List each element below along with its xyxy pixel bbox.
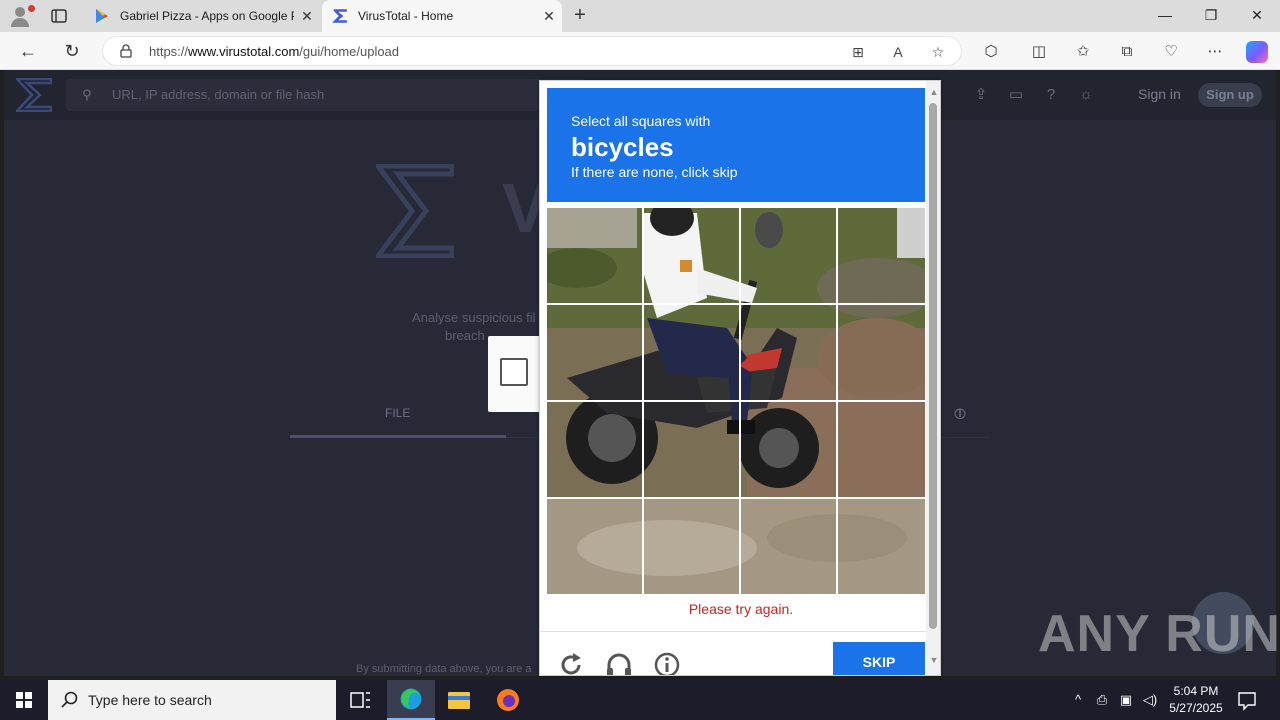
page-description-2: breach	[445, 328, 485, 343]
split-screen-icon[interactable]: ◫	[1028, 41, 1050, 63]
app-available-icon[interactable]: ⊞	[848, 42, 868, 62]
close-icon[interactable]: ✕	[294, 8, 320, 25]
taskbar-search-placeholder: Type here to search	[88, 692, 212, 708]
taskbar-search-input[interactable]: Type here to search	[48, 680, 336, 720]
firefox-icon[interactable]	[484, 680, 532, 720]
captcha-hint: If there are none, click skip	[571, 164, 738, 180]
sign-up-button[interactable]: Sign up	[1198, 83, 1262, 107]
edge-browser-icon[interactable]	[387, 680, 435, 720]
reload-icon[interactable]	[557, 651, 585, 676]
browser-tab-bar: Gabriel Pizza - Apps on Google P ✕ Virus…	[0, 0, 1280, 32]
terms-text: By submitting data above, you are a	[356, 663, 532, 675]
notifications-icon[interactable]: ▭	[1005, 84, 1027, 106]
tab-google-play[interactable]: Gabriel Pizza - Apps on Google P ✕	[84, 0, 320, 32]
skip-button[interactable]: SKIP	[833, 642, 925, 675]
grid-line	[547, 303, 925, 305]
extensions-icon[interactable]: ⬡	[980, 41, 1002, 63]
more-menu-icon[interactable]: ⋯	[1204, 41, 1226, 63]
virustotal-logo-icon[interactable]	[16, 78, 52, 112]
captcha-header: Select all squares with bicycles If ther…	[547, 88, 925, 202]
vt-search-input[interactable]: ⚲ URL, IP address, domain or file hash	[66, 79, 586, 111]
back-button[interactable]: ←	[14, 38, 42, 64]
favorites-icon[interactable]: ✩	[1072, 41, 1094, 63]
search-icon	[61, 691, 78, 708]
google-play-icon	[96, 9, 108, 23]
captcha-challenge: Select all squares with bicycles If ther…	[539, 80, 941, 676]
volume-icon[interactable]: ◁)	[1140, 690, 1160, 710]
upload-icon[interactable]: ⇪	[970, 84, 992, 106]
collections-icon[interactable]: ⧉	[1116, 41, 1138, 63]
restore-button[interactable]: ❐	[1188, 0, 1234, 32]
watermark: ANY RUN	[1038, 605, 1280, 663]
clock-date: 5/27/2025	[1169, 701, 1223, 715]
grid-line	[547, 400, 925, 402]
tab-virustotal[interactable]: VirusTotal - Home ✕	[322, 0, 562, 32]
scroll-thumb[interactable]	[929, 103, 937, 629]
theme-toggle-icon[interactable]: ☼	[1075, 84, 1097, 106]
sign-in-link[interactable]: Sign in	[1138, 86, 1181, 102]
clock-time: 5:04 PM	[1173, 684, 1219, 698]
browser-essentials-icon[interactable]: ♡	[1160, 41, 1182, 63]
task-view-icon[interactable]	[336, 680, 384, 720]
tab-title: Gabriel Pizza - Apps on Google P	[120, 9, 294, 23]
grid-line	[547, 497, 925, 499]
profile-icon[interactable]	[8, 4, 36, 28]
url-field[interactable]: https://www.virustotal.com/gui/home/uplo…	[102, 36, 962, 66]
minimize-button[interactable]: —	[1142, 0, 1188, 32]
device-icon[interactable]: ⎙	[1092, 690, 1112, 710]
read-aloud-icon[interactable]: A	[888, 42, 908, 62]
search-icon: ⚲	[82, 87, 92, 102]
windows-start-icon[interactable]	[0, 680, 48, 720]
system-clock[interactable]: 5:04 PM 5/27/2025	[1160, 683, 1232, 717]
captcha-target: bicycles	[571, 132, 674, 162]
address-bar-row: ← ↻ https://www.virustotal.com/gui/home/…	[0, 32, 1280, 70]
search-placeholder: URL, IP address, domain or file hash	[112, 87, 325, 102]
favorite-star-icon[interactable]: ☆	[928, 42, 948, 62]
close-window-button[interactable]: ✕	[1234, 0, 1280, 32]
fingerprint-icon[interactable]: ⦷	[954, 406, 966, 423]
recaptcha-checkbox[interactable]	[500, 358, 528, 386]
lock-icon[interactable]	[119, 44, 133, 58]
scroll-up-arrow[interactable]: ▲	[928, 87, 940, 97]
help-icon[interactable]: ?	[1040, 84, 1062, 106]
close-icon[interactable]: ✕	[536, 8, 562, 25]
virustotal-large-logo-icon	[376, 164, 454, 258]
page-description: Analyse suspicious fil	[412, 310, 536, 325]
virustotal-icon	[332, 9, 347, 23]
recaptcha-checkbox-card	[488, 336, 544, 412]
refresh-button[interactable]: ↻	[58, 38, 86, 64]
copilot-icon[interactable]	[1246, 41, 1268, 63]
tab-file[interactable]: FILE	[385, 406, 410, 420]
file-explorer-icon[interactable]	[435, 680, 483, 720]
captcha-instruction: Select all squares with	[571, 113, 711, 129]
tray-overflow-icon[interactable]: ^	[1068, 690, 1088, 710]
audio-challenge-icon[interactable]	[605, 651, 633, 676]
tab-active-indicator	[290, 435, 506, 438]
tab-actions-icon[interactable]	[50, 7, 68, 25]
taskbar: Type here to search ^ ⎙ ▣ ◁) 5:04 PM 5/2…	[0, 680, 1280, 720]
scroll-down-arrow[interactable]: ▼	[928, 655, 940, 665]
captcha-scrollbar[interactable]: ▲ ▼	[926, 81, 940, 675]
captcha-error: Please try again.	[688, 601, 794, 617]
tab-title: VirusTotal - Home	[358, 9, 454, 23]
captcha-divider	[540, 631, 940, 632]
captcha-image-grid[interactable]	[547, 208, 925, 594]
new-tab-button[interactable]: +	[568, 4, 592, 28]
notification-center-icon[interactable]	[1236, 689, 1258, 711]
info-icon[interactable]	[653, 651, 681, 676]
url-text: https://www.virustotal.com/gui/home/uplo…	[149, 44, 400, 59]
network-icon[interactable]: ▣	[1116, 690, 1136, 710]
